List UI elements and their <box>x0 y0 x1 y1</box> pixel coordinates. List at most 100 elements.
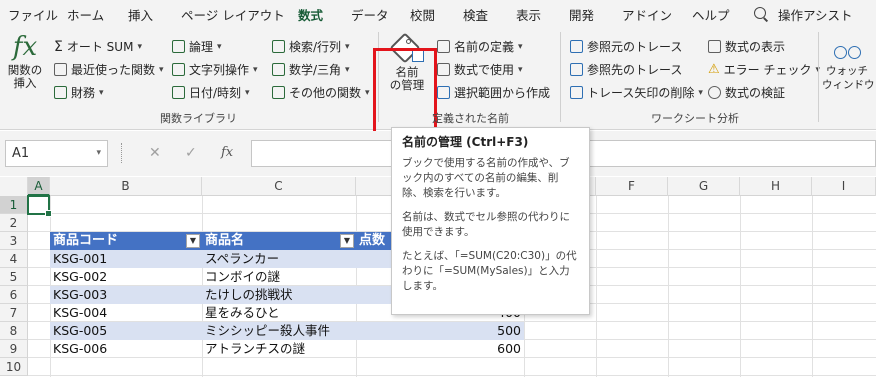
table-header-label: 商品名 <box>205 233 245 248</box>
row-header-3[interactable]: 3 <box>0 232 28 250</box>
trace-precedents-icon <box>570 40 583 53</box>
gridline <box>740 196 741 377</box>
datetime-label: 日付/時刻 <box>189 86 242 100</box>
more-functions-button[interactable]: その他の関数 ▾ <box>272 84 370 101</box>
create-from-selection-button[interactable]: 選択範囲から作成 <box>437 84 550 101</box>
ribbon: fx 関数の 挿入 Σ オート SUM ▾ 最近使った関数 ▾ 財務 ▾ 論理 ▾ 文字… <box>0 26 876 136</box>
enter-button[interactable]: ✓ <box>185 145 197 161</box>
table-header-cell[interactable]: 商品コード ▼ <box>50 232 202 250</box>
table-cell-code[interactable]: KSG-003 <box>50 286 202 304</box>
column-header-c[interactable]: C <box>202 177 356 196</box>
tab-formulas[interactable]: 数式 <box>298 5 324 29</box>
evaluate-formula-button[interactable]: 数式の検証 <box>708 84 785 101</box>
table-cell-name[interactable]: たけしの挑戦状 <box>202 286 356 304</box>
tab-view[interactable]: 表示 <box>516 5 541 24</box>
row-header-2[interactable]: 2 <box>0 214 28 232</box>
tab-review[interactable]: 校閲 <box>410 5 435 24</box>
tab-developer[interactable]: 開発 <box>569 5 594 24</box>
tab-insert[interactable]: 挿入 <box>128 5 153 24</box>
active-cell-cursor[interactable] <box>27 195 52 217</box>
table-cell-code[interactable]: KSG-001 <box>50 250 202 268</box>
show-formulas-button[interactable]: 数式の表示 <box>708 38 785 55</box>
tab-data[interactable]: データ <box>351 5 389 24</box>
tab-page-layout[interactable]: ページ レイアウト <box>181 5 285 24</box>
use-in-formula-button[interactable]: 数式で使用 ▾ <box>437 61 523 78</box>
row-header-6[interactable]: 6 <box>0 286 28 304</box>
chevron-down-icon: ▾ <box>345 64 350 75</box>
insert-function-icon[interactable]: fx <box>221 145 233 160</box>
text-functions-label: 文字列操作 <box>189 63 250 77</box>
cancel-button[interactable]: ✕ <box>149 145 161 161</box>
filter-dropdown-icon[interactable]: ▼ <box>186 234 200 248</box>
chevron-down-icon[interactable]: ▾ <box>96 141 101 166</box>
financial-button[interactable]: 財務 ▾ <box>54 84 104 101</box>
tell-me-search[interactable]: 操作アシスト <box>778 5 853 24</box>
column-header-f[interactable]: F <box>596 177 668 196</box>
table-cell-code[interactable]: KSG-005 <box>50 322 202 340</box>
chevron-down-icon: ▾ <box>245 87 250 98</box>
tooltip-description: ブックで使用する名前の作成や、ブック内のすべての名前の編集、削除、検索を行います… <box>402 157 570 199</box>
error-checking-button[interactable]: ⚠ エラー チェック▾ <box>708 61 820 78</box>
chevron-down-icon: ▾ <box>365 87 370 98</box>
tab-home[interactable]: ホーム <box>67 5 104 24</box>
table-cell-qty[interactable]: 600 <box>356 340 524 358</box>
tab-help[interactable]: ヘルプ <box>692 5 730 24</box>
filter-dropdown-icon[interactable]: ▼ <box>340 234 354 248</box>
evaluate-formula-label: 数式の検証 <box>725 86 786 100</box>
function-library-group-label: 関数ライブラリ <box>160 112 237 125</box>
row-header-7[interactable]: 7 <box>0 304 28 322</box>
lookup-reference-button[interactable]: 検索/行列 ▾ <box>272 38 350 55</box>
recent-functions-label: 最近使った関数 <box>71 63 156 77</box>
autosum-button[interactable]: Σ オート SUM ▾ <box>54 38 142 55</box>
tooltip-title: 名前の管理 (Ctrl+F3) <box>402 135 529 149</box>
trace-dependents-button[interactable]: 参照先のトレース <box>570 61 682 78</box>
trace-precedents-label: 参照元のトレース <box>587 40 683 54</box>
row-header-5[interactable]: 5 <box>0 268 28 286</box>
column-header-h[interactable]: H <box>740 177 812 196</box>
watch-window-button[interactable]: ウォッチ ウィンドウ <box>822 38 875 92</box>
tooltip-description: 名前は、数式でセル参照の代わりに使用できます。 <box>402 211 570 238</box>
name-box-value: A1 <box>12 146 30 161</box>
tab-file[interactable]: ファイル <box>8 5 58 24</box>
table-cell-name[interactable]: ミシシッピー殺人事件 <box>202 322 356 340</box>
tab-inspect[interactable]: 検査 <box>463 5 488 24</box>
table-cell-qty[interactable]: 500 <box>356 322 524 340</box>
math-trig-button[interactable]: 数学/三角 ▾ <box>272 61 350 78</box>
search-icon[interactable] <box>754 7 766 19</box>
highlight-box <box>373 48 437 136</box>
table-header-cell[interactable]: 商品名 ▼ <box>202 232 356 250</box>
datetime-button[interactable]: 日付/時刻 ▾ <box>172 84 250 101</box>
row-header-1[interactable]: 1 <box>0 196 28 214</box>
chevron-down-icon: ▾ <box>217 41 222 52</box>
tab-addins[interactable]: アドイン <box>622 5 672 24</box>
select-all-corner[interactable] <box>0 177 28 196</box>
column-header-a[interactable]: A <box>28 177 50 196</box>
column-header-i[interactable]: I <box>812 177 876 196</box>
table-cell-name[interactable]: 星をみるひと <box>202 304 356 322</box>
row-header-10[interactable]: 10 <box>0 358 28 376</box>
logical-label: 論理 <box>189 40 214 54</box>
logical-button[interactable]: 論理 ▾ <box>172 38 222 55</box>
table-cell-code[interactable]: KSG-002 <box>50 268 202 286</box>
row-header-9[interactable]: 9 <box>0 340 28 358</box>
table-cell-name[interactable]: スペランカー <box>202 250 356 268</box>
table-cell-name[interactable]: アトランチスの謎 <box>202 340 356 358</box>
chevron-down-icon: ▾ <box>159 64 164 75</box>
define-name-button[interactable]: 名前の定義 ▾ <box>437 38 523 55</box>
row-header-4[interactable]: 4 <box>0 250 28 268</box>
recent-functions-button[interactable]: 最近使った関数 ▾ <box>54 61 164 78</box>
insert-function-button[interactable]: fx 関数の 挿入 <box>4 32 46 90</box>
remove-arrows-button[interactable]: トレース矢印の削除 ▾ <box>570 84 703 101</box>
column-header-g[interactable]: G <box>668 177 740 196</box>
column-header-b[interactable]: B <box>50 177 202 196</box>
name-box[interactable]: A1 ▾ <box>5 140 108 167</box>
text-functions-button[interactable]: 文字列操作 ▾ <box>172 61 258 78</box>
formula-icon <box>437 63 450 76</box>
gridline <box>812 196 813 377</box>
table-cell-code[interactable]: KSG-006 <box>50 340 202 358</box>
trace-precedents-button[interactable]: 参照元のトレース <box>570 38 682 55</box>
formula-bar-grip[interactable] <box>121 143 124 163</box>
table-cell-code[interactable]: KSG-004 <box>50 304 202 322</box>
table-cell-name[interactable]: コンボイの謎 <box>202 268 356 286</box>
row-header-8[interactable]: 8 <box>0 322 28 340</box>
